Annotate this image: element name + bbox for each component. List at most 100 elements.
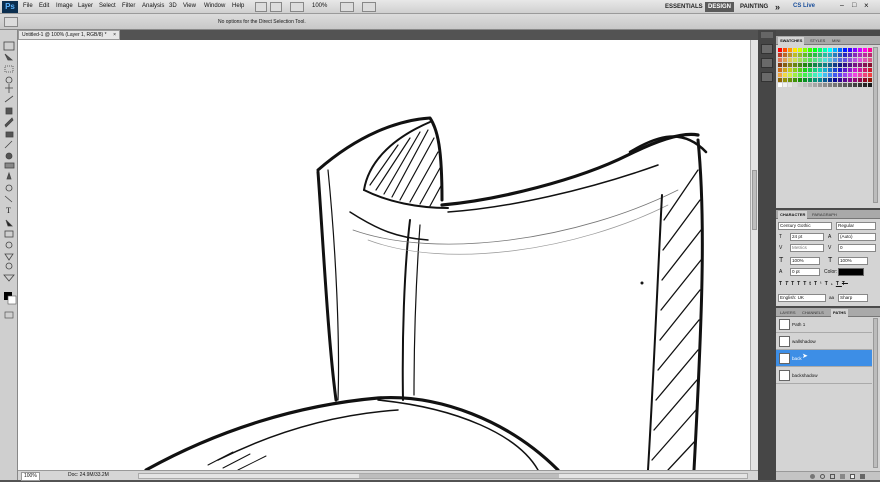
swatch[interactable] xyxy=(797,72,803,78)
swatch[interactable] xyxy=(832,62,838,68)
swatch[interactable] xyxy=(807,48,813,53)
swatch[interactable] xyxy=(857,62,863,68)
swatch[interactable] xyxy=(827,48,833,53)
swatch[interactable] xyxy=(837,72,843,78)
swatch[interactable] xyxy=(787,48,793,53)
swatch[interactable] xyxy=(817,52,823,58)
tab-mini[interactable]: MINI xyxy=(830,37,842,45)
swatch[interactable] xyxy=(847,82,853,88)
swatch[interactable] xyxy=(782,67,788,73)
swatch[interactable] xyxy=(827,62,833,68)
swatch[interactable] xyxy=(822,82,828,88)
zoom-level-menu[interactable]: 100% xyxy=(312,3,327,9)
swatch[interactable] xyxy=(827,82,833,88)
swatch[interactable] xyxy=(782,77,788,83)
swatch[interactable] xyxy=(778,67,783,73)
swatch[interactable] xyxy=(857,52,863,58)
swatch[interactable] xyxy=(807,57,813,63)
swatch[interactable] xyxy=(792,48,798,53)
swatch[interactable] xyxy=(847,57,853,63)
bridge-icon[interactable] xyxy=(255,2,267,12)
swatch[interactable] xyxy=(862,52,868,58)
swatch[interactable] xyxy=(862,67,868,73)
swatch[interactable] xyxy=(857,67,863,73)
swatch[interactable] xyxy=(867,57,873,63)
path-row-backshadow[interactable]: backshadow xyxy=(776,367,872,384)
menu-file[interactable]: File xyxy=(23,3,33,9)
swatch[interactable] xyxy=(857,57,863,63)
swatch[interactable] xyxy=(847,72,853,78)
swatch[interactable] xyxy=(787,67,793,73)
histogram-panel-icon[interactable] xyxy=(761,44,773,54)
swatch[interactable] xyxy=(812,52,818,58)
swatch[interactable] xyxy=(822,77,828,83)
swatch[interactable] xyxy=(817,48,823,53)
swatch[interactable] xyxy=(812,72,818,78)
swatch[interactable] xyxy=(847,48,853,53)
collapse-panels-icon[interactable] xyxy=(761,32,773,38)
swatch[interactable] xyxy=(852,62,858,68)
swatch[interactable] xyxy=(787,52,793,58)
small-caps-button[interactable]: Tt xyxy=(803,281,814,287)
text-color-swatch[interactable] xyxy=(838,268,864,276)
swatch[interactable] xyxy=(822,62,828,68)
swatches-scrollbar[interactable] xyxy=(873,47,878,203)
vertical-scale-field[interactable]: 100% xyxy=(790,257,820,265)
swatch[interactable] xyxy=(822,48,828,53)
menu-help[interactable]: Help xyxy=(232,3,244,9)
swatch[interactable] xyxy=(842,62,848,68)
swatch[interactable] xyxy=(852,77,858,83)
font-size-field[interactable]: 24 pt xyxy=(790,233,824,241)
menu-3d[interactable]: 3D xyxy=(169,3,177,9)
swatch[interactable] xyxy=(867,82,873,88)
swatch[interactable] xyxy=(852,57,858,63)
workspace-painting[interactable]: PAINTING xyxy=(737,2,771,12)
swatch[interactable] xyxy=(812,57,818,63)
swatch[interactable] xyxy=(852,52,858,58)
menu-analysis[interactable]: Analysis xyxy=(142,3,164,9)
swatch[interactable] xyxy=(807,82,813,88)
swatch[interactable] xyxy=(802,48,808,53)
stroke-path-icon[interactable] xyxy=(820,474,825,479)
swatch[interactable] xyxy=(827,67,833,73)
paths-scrollbar[interactable] xyxy=(873,318,878,468)
swatch[interactable] xyxy=(862,48,868,53)
swatch[interactable] xyxy=(778,82,783,88)
swatch[interactable] xyxy=(842,57,848,63)
swatch[interactable] xyxy=(847,62,853,68)
swatch[interactable] xyxy=(832,82,838,88)
swatch[interactable] xyxy=(832,52,838,58)
tab-paragraph[interactable]: PARAGRAPH xyxy=(810,211,839,219)
swatch[interactable] xyxy=(837,52,843,58)
swatch[interactable] xyxy=(862,82,868,88)
swatch[interactable] xyxy=(847,67,853,73)
swatch[interactable] xyxy=(782,57,788,63)
color-panel-icon[interactable] xyxy=(761,72,773,82)
swatch[interactable] xyxy=(802,77,808,83)
swatch[interactable] xyxy=(822,67,828,73)
swatch[interactable] xyxy=(842,72,848,78)
workspace-design[interactable]: DESIGN xyxy=(705,2,735,12)
swatch[interactable] xyxy=(812,82,818,88)
menu-layer[interactable]: Layer xyxy=(78,3,93,9)
swatch[interactable] xyxy=(867,77,873,83)
antialias-select[interactable]: Sharp xyxy=(838,294,868,302)
document-tab[interactable]: Untitled-1 @ 100% (Layer 1, RGB/8) * × xyxy=(18,30,120,40)
delete-path-icon[interactable] xyxy=(860,474,865,479)
superscript-button[interactable]: T¹ xyxy=(814,281,825,287)
swatch[interactable] xyxy=(837,67,843,73)
swatch[interactable] xyxy=(778,52,783,58)
swatch[interactable] xyxy=(797,77,803,83)
swatch[interactable] xyxy=(807,62,813,68)
swatch[interactable] xyxy=(802,67,808,73)
swatch[interactable] xyxy=(797,67,803,73)
swatch[interactable] xyxy=(812,48,818,53)
swatch[interactable] xyxy=(792,82,798,88)
swatch[interactable] xyxy=(797,57,803,63)
swatch[interactable] xyxy=(857,72,863,78)
strikethrough-button[interactable]: T xyxy=(842,281,848,287)
swatch[interactable] xyxy=(782,52,788,58)
swatch[interactable] xyxy=(832,48,838,53)
swatch[interactable] xyxy=(822,57,828,63)
minibridge-icon[interactable] xyxy=(270,2,282,12)
